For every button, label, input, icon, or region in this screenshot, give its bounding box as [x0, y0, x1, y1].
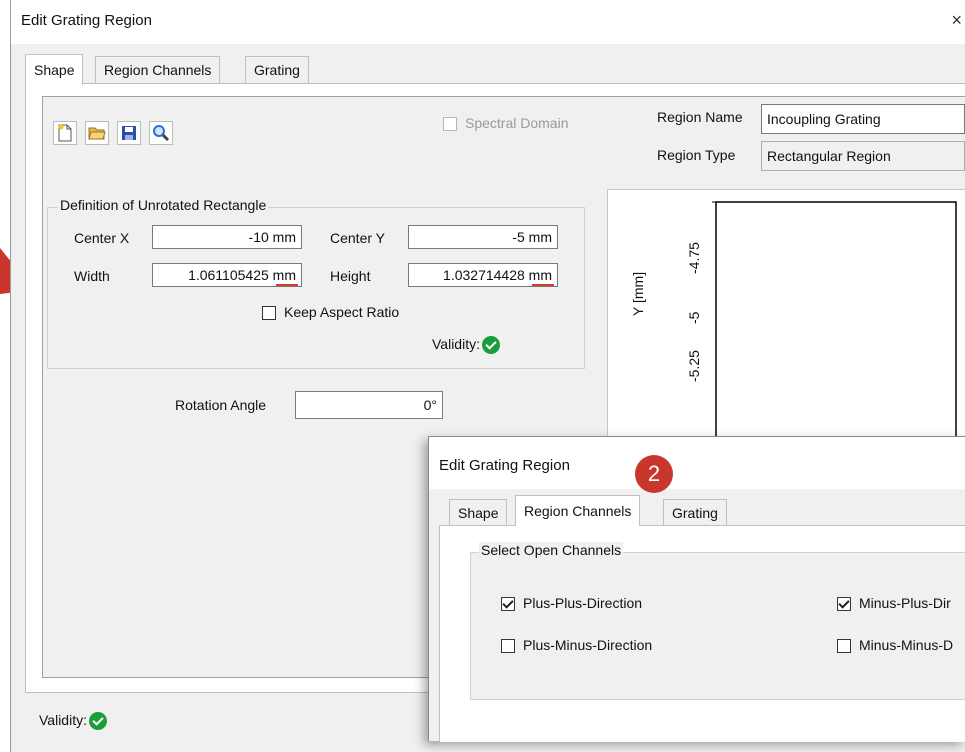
save-icon[interactable]	[117, 121, 141, 145]
overlay-title-bar: Edit Grating Region	[429, 437, 965, 489]
plot-ylabel: Y [mm]	[630, 271, 646, 316]
rotation-angle-input[interactable]: 0°	[295, 391, 443, 419]
group-title: Select Open Channels	[479, 542, 624, 558]
spectral-domain-label: Spectral Domain	[465, 115, 569, 131]
keep-aspect-ratio-checkbox[interactable]	[262, 306, 276, 320]
tab-shape[interactable]: Shape	[25, 54, 84, 85]
footer-validity: Validity:	[39, 712, 107, 731]
plus-plus-label: Plus-Plus-Direction	[523, 595, 643, 611]
plus-minus-checkbox[interactable]	[501, 639, 515, 653]
plus-minus-label: Plus-Minus-Direction	[523, 637, 653, 653]
spell-underline	[532, 284, 554, 286]
group-validity: Validity:	[432, 336, 500, 355]
check-circle-icon	[481, 336, 500, 355]
region-type-label: Region Type	[657, 147, 736, 163]
center-y-label: Center Y	[330, 230, 385, 246]
close-icon[interactable]: ×	[951, 10, 962, 31]
ytick-label: -5	[686, 311, 702, 324]
dialog-title: Edit Grating Region	[21, 12, 152, 29]
center-y-input[interactable]: -5 mm	[408, 225, 558, 249]
validity-label: Validity:	[39, 712, 87, 728]
minus-plus-label: Minus-Plus-Dir	[859, 595, 951, 611]
group-title: Definition of Unrotated Rectangle	[58, 197, 269, 213]
rectangle-definition-group: Definition of Unrotated Rectangle Center…	[47, 197, 585, 369]
open-folder-icon[interactable]	[85, 121, 109, 145]
ytick-label: -4.75	[686, 242, 702, 274]
width-label: Width	[74, 268, 110, 284]
overlay-tab-region-channels[interactable]: Region Channels	[515, 495, 641, 526]
new-file-icon[interactable]	[53, 121, 77, 145]
minus-minus-checkbox[interactable]	[837, 639, 851, 653]
ytick-label: -5.25	[686, 350, 702, 382]
height-label: Height	[330, 268, 371, 284]
region-type-field: Rectangular Region	[761, 141, 965, 171]
keep-aspect-ratio-label: Keep Aspect Ratio	[284, 304, 400, 320]
zoom-icon[interactable]	[149, 121, 173, 145]
spectral-domain-checkbox[interactable]	[443, 117, 457, 131]
title-bar: Edit Grating Region ×	[11, 0, 965, 44]
region-channels-panel: Select Open Channels Plus-Plus-Direction…	[439, 525, 965, 742]
rotation-angle-label: Rotation Angle	[175, 397, 267, 413]
center-x-input[interactable]: -10 mm	[152, 225, 302, 249]
region-name-input[interactable]: Incoupling Grating	[761, 104, 965, 134]
overlay-tab-shape[interactable]: Shape	[449, 499, 508, 526]
overlay-edit-grating-dialog: Edit Grating Region 2 Shape Region Chann…	[428, 436, 965, 742]
overlay-tab-grating[interactable]: Grating	[663, 499, 727, 526]
minus-plus-checkbox[interactable]	[837, 597, 851, 611]
region-name-label: Region Name	[657, 109, 743, 125]
plus-plus-checkbox[interactable]	[501, 597, 515, 611]
overlay-dialog-title: Edit Grating Region	[439, 457, 570, 474]
tab-region-channels[interactable]: Region Channels	[95, 56, 221, 83]
minus-minus-label: Minus-Minus-D	[859, 637, 954, 653]
center-x-label: Center X	[74, 230, 130, 246]
spell-underline	[276, 284, 298, 286]
step-badge: 2	[635, 455, 673, 493]
tab-grating[interactable]: Grating	[245, 56, 309, 83]
plot-svg	[712, 201, 957, 463]
shape-preview-plot: Y [mm] -4.75 -5 -5.25	[607, 189, 965, 463]
open-channels-group: Select Open Channels Plus-Plus-Direction…	[470, 542, 965, 700]
check-circle-icon	[88, 712, 107, 731]
validity-label: Validity:	[432, 336, 480, 352]
